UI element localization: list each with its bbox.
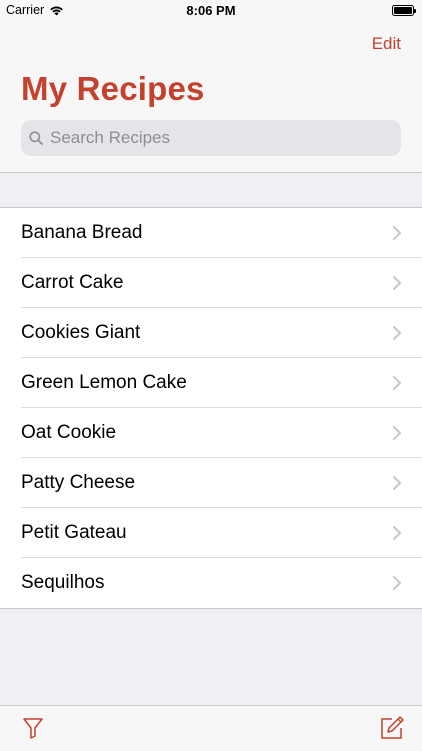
recipe-list-item[interactable]: Cookies Giant — [0, 308, 422, 358]
chevron-right-icon — [393, 276, 401, 290]
recipe-list-item[interactable]: Carrot Cake — [0, 258, 422, 308]
navigation-bar: Edit My Recipes — [0, 22, 422, 173]
recipe-name: Oat Cookie — [21, 422, 117, 443]
chevron-right-icon — [393, 476, 401, 490]
chevron-right-icon — [393, 426, 401, 440]
recipe-list: Banana Bread Carrot Cake Cookies Giant G… — [0, 207, 422, 609]
recipe-list-item[interactable]: Sequilhos — [0, 558, 422, 608]
chevron-right-icon — [393, 226, 401, 240]
recipe-name: Petit Gateau — [21, 522, 127, 543]
page-title: My Recipes — [21, 70, 205, 107]
recipe-name: Banana Bread — [21, 222, 143, 243]
filter-icon[interactable] — [22, 716, 44, 740]
recipe-name: Sequilhos — [21, 572, 105, 593]
compose-icon[interactable] — [379, 715, 405, 741]
bottom-toolbar — [0, 705, 422, 751]
recipe-list-item[interactable]: Banana Bread — [0, 208, 422, 258]
chevron-right-icon — [393, 576, 401, 590]
search-input[interactable] — [50, 128, 370, 148]
search-icon — [29, 131, 43, 145]
chevron-right-icon — [393, 526, 401, 540]
recipe-name: Patty Cheese — [21, 472, 136, 493]
status-bar: Carrier 8:06 PM — [0, 0, 422, 22]
search-field[interactable] — [21, 120, 401, 156]
recipe-list-item[interactable]: Petit Gateau — [0, 508, 422, 558]
edit-button[interactable]: Edit — [372, 34, 401, 54]
chevron-right-icon — [393, 376, 401, 390]
status-time: 8:06 PM — [186, 3, 236, 18]
recipe-list-item[interactable]: Oat Cookie — [0, 408, 422, 458]
recipe-name: Cookies Giant — [21, 322, 141, 343]
recipe-name: Green Lemon Cake — [21, 372, 187, 393]
chevron-right-icon — [393, 326, 401, 340]
recipe-list-item[interactable]: Green Lemon Cake — [0, 358, 422, 408]
recipe-list-item[interactable]: Patty Cheese — [0, 458, 422, 508]
recipe-name: Carrot Cake — [21, 272, 124, 293]
battery-full-icon — [392, 5, 416, 16]
